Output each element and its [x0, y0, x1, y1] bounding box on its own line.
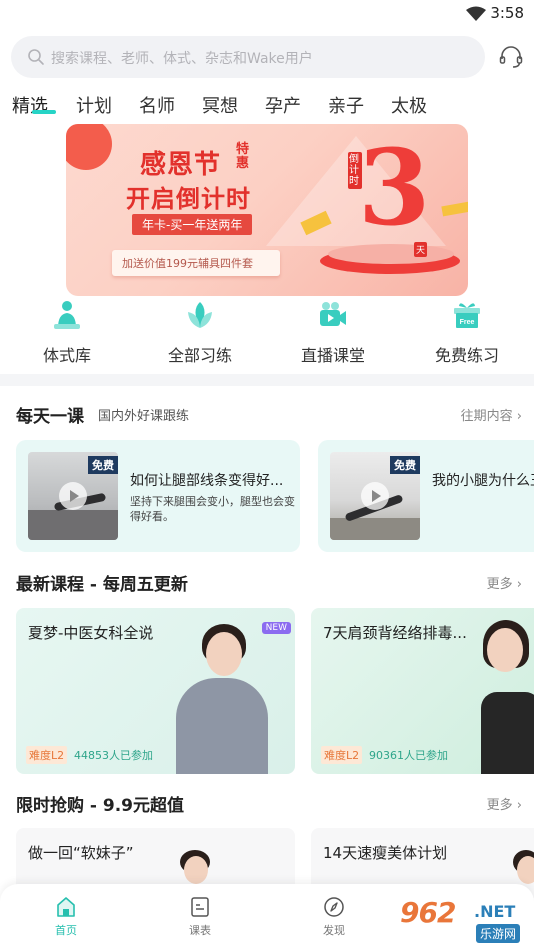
banner-subtitle: 年卡-买一年送两年 [132, 214, 253, 235]
status-bar: 3:58 [0, 0, 534, 28]
pose-library-icon [54, 301, 80, 329]
quick-label: 直播课堂 [300, 346, 365, 365]
free-gift-icon: Free [454, 303, 480, 328]
difficulty-badge: 难度L2 [321, 746, 363, 764]
daily-title: 每天一课 [16, 407, 84, 427]
free-icon-text: Free [460, 319, 475, 326]
nav-schedule[interactable]: 课表 [170, 896, 230, 938]
status-time: 3:58 [490, 4, 524, 22]
participant-count: 90361人已参加 [369, 749, 448, 762]
flash-course-title: 14天速瘦美体计划 [323, 844, 448, 862]
wifi-icon [466, 6, 486, 21]
flash-section-header: 限时抢购 - 9.9元超值 更多 › [16, 791, 522, 817]
watermark-number: 962 [400, 896, 456, 929]
watermark-suffix: .NET [474, 902, 516, 921]
play-icon[interactable] [59, 482, 87, 510]
banner-special-tag: 特惠 [236, 142, 250, 171]
nav-label: 课表 [189, 924, 211, 937]
daily-card[interactable]: 免费 如何让腿部线条变得好... 坚持下来腿围会变小，腿型也会变得好看。 [16, 440, 300, 552]
banner-gift-note: 加送价值199元辅具四件套 [112, 250, 280, 276]
quick-label: 免费练习 [434, 346, 499, 365]
tab-featured[interactable]: 精选 [12, 92, 48, 118]
banner-title: 感恩节 [140, 150, 222, 180]
course-title: 夏梦-中医女科全说 [28, 624, 154, 642]
banner-decoration [66, 124, 112, 170]
daily-subtitle: 国内外好课跟练 [98, 409, 190, 424]
nav-discover[interactable]: 发现 [304, 896, 364, 938]
daily-history-link[interactable]: 往期内容 › [461, 405, 522, 424]
flash-title: 限时抢购 - 9.9元超值 [16, 796, 185, 816]
free-badge: 免费 [88, 456, 118, 474]
tab-parent-child[interactable]: 亲子 [328, 92, 364, 118]
latest-title: 最新课程 - 每周五更新 [16, 575, 188, 595]
quick-all-practice[interactable]: 全部习练 [145, 298, 255, 366]
latest-more-link[interactable]: 更多 › [487, 573, 522, 592]
schedule-icon [191, 897, 209, 917]
site-watermark: 962 .NET 乐游网 [396, 896, 530, 944]
difficulty-badge: 难度L2 [26, 746, 68, 764]
lotus-icon [188, 302, 212, 328]
flash-course-title: 做一回“软妹子” [28, 844, 134, 862]
quick-label: 全部习练 [167, 346, 232, 365]
nav-label: 首页 [55, 924, 77, 937]
headset-icon[interactable] [498, 44, 524, 70]
lesson-description: 坚持下来腿围会变小，腿型也会变得好看。 [130, 495, 295, 523]
home-icon [57, 897, 75, 917]
search-row: 搜索课程、老师、体式、杂志和Wake用户 [11, 36, 526, 78]
free-badge: 免费 [390, 456, 420, 474]
course-title: 7天肩颈背经络排毒... [323, 624, 467, 642]
quick-label: 体式库 [42, 346, 91, 365]
quick-pose-library[interactable]: 体式库 [12, 298, 122, 366]
lesson-thumbnail: 免费 [28, 452, 118, 540]
banner-headline: 开启倒计时 [126, 185, 251, 213]
instructor-photo [461, 620, 534, 774]
daily-card[interactable]: 免费 我的小腿为什么王 [318, 440, 534, 552]
quick-live-class[interactable]: 直播课堂 [278, 298, 388, 366]
lesson-title: 我的小腿为什么王 [432, 473, 534, 489]
tab-meditation[interactable]: 冥想 [202, 92, 238, 118]
play-icon[interactable] [361, 482, 389, 510]
nav-label: 发现 [323, 924, 345, 937]
discover-icon [324, 897, 344, 917]
tab-teachers[interactable]: 名师 [139, 92, 175, 118]
active-tab-indicator [32, 110, 56, 114]
banner-countdown-unit: 天 [414, 242, 428, 257]
banner-gift-text: 加送价值199元辅具四件套 [122, 257, 253, 270]
category-tabs: 精选 计划 名师 冥想 孕产 亲子 太极 [12, 92, 527, 122]
quick-actions: 体式库 全部习练 直播课堂 Free 免费练习 [0, 298, 534, 368]
promo-banner[interactable]: 感恩节 特惠 开启倒计时 年卡-买一年送两年 加送价值199元辅具四件套 倒计时… [66, 124, 468, 296]
watermark-site: 乐游网 [476, 924, 521, 943]
participant-count: 44853人已参加 [74, 749, 153, 762]
tab-pregnancy[interactable]: 孕产 [265, 92, 301, 118]
lesson-title: 如何让腿部线条变得好... [130, 473, 284, 489]
tab-taichi[interactable]: 太极 [391, 92, 427, 118]
lesson-thumbnail: 免费 [330, 452, 420, 540]
daily-section-header: 每天一课 国内外好课跟练 往期内容 › [16, 402, 522, 428]
search-input[interactable]: 搜索课程、老师、体式、杂志和Wake用户 [11, 36, 485, 78]
nav-home[interactable]: 首页 [36, 896, 96, 938]
instructor-photo [166, 622, 276, 774]
section-divider [0, 374, 534, 386]
quick-free-practice[interactable]: Free 免费练习 [412, 298, 522, 366]
search-icon [28, 49, 44, 65]
search-placeholder: 搜索课程、老师、体式、杂志和Wake用户 [51, 51, 313, 67]
live-camera-icon [320, 302, 346, 326]
latest-section-header: 最新课程 - 每周五更新 更多 › [16, 570, 522, 596]
tab-plan[interactable]: 计划 [76, 92, 112, 118]
flash-more-link[interactable]: 更多 › [487, 794, 522, 813]
banner-countdown-number: 3 [358, 126, 431, 249]
course-card[interactable]: 夏梦-中医女科全说 NEW 难度L2 44853人已参加 [16, 608, 295, 774]
course-card[interactable]: 7天肩颈背经络排毒... 难度L2 90361人已参加 [311, 608, 534, 774]
